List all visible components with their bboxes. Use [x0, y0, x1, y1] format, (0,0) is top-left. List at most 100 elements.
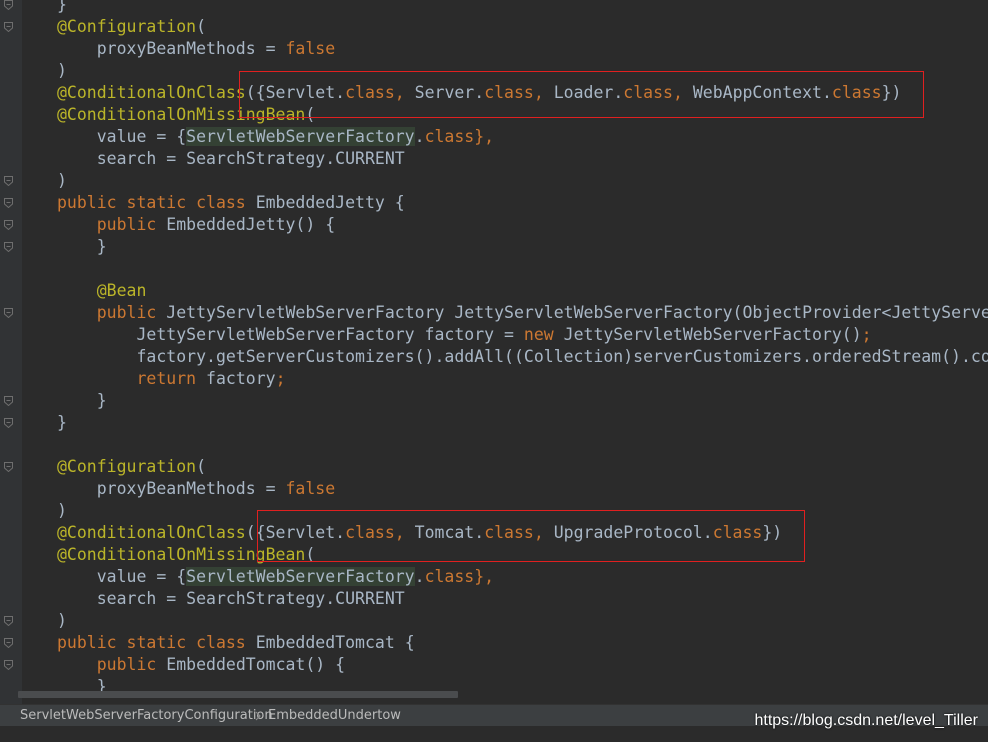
code-token: (	[305, 105, 316, 124]
breadcrumb-item-configuration[interactable]: ServletWebServerFactoryConfiguration	[20, 708, 273, 724]
code-token: EmbeddedTomcat() {	[166, 655, 346, 674]
fold-marker-icon[interactable]	[4, 176, 13, 186]
code-token: factory.getServerCustomizers().addAll((C…	[57, 347, 988, 366]
code-token: class	[712, 523, 763, 542]
code-line[interactable]: @Configuration(	[4, 16, 988, 38]
fold-marker-icon[interactable]	[4, 396, 13, 406]
code-token: },	[474, 127, 495, 146]
code-token: }	[57, 391, 107, 410]
fold-marker-icon[interactable]	[4, 220, 13, 230]
code-token: EmbeddedTomcat {	[255, 633, 415, 652]
fold-marker-icon[interactable]	[4, 660, 13, 670]
code-line[interactable]: public EmbeddedTomcat() {	[4, 654, 988, 676]
code-line[interactable]: value = {ServletWebServerFactory.class},	[17, 566, 988, 588]
code-token: false	[285, 39, 336, 58]
code-line[interactable]: }	[4, 412, 988, 434]
code-token: class	[831, 83, 882, 102]
code-token: UpgradeProtocol.	[553, 523, 713, 542]
code-token: }	[57, 0, 67, 14]
code-line[interactable]: value = {ServletWebServerFactory.class},	[17, 126, 988, 148]
code-line[interactable]	[17, 434, 988, 456]
code-line[interactable]: public JettyServletWebServerFactory Jett…	[4, 302, 988, 324]
code-token: proxyBeanMethods =	[57, 479, 286, 498]
code-token: value = {	[57, 567, 187, 586]
code-token: ,	[672, 83, 693, 102]
code-token: .	[414, 567, 425, 586]
fold-marker-icon[interactable]	[4, 22, 13, 32]
code-line[interactable]: @ConditionalOnMissingBean(	[17, 104, 988, 126]
code-token: ServletWebServerFactory	[186, 127, 415, 146]
code-line[interactable]: }	[4, 390, 988, 412]
code-token: ({Servlet.	[245, 523, 346, 542]
code-line[interactable]: }	[4, 0, 988, 16]
fold-marker-icon[interactable]	[4, 198, 13, 208]
code-token: .	[414, 127, 425, 146]
code-line[interactable]: @Bean	[17, 280, 988, 302]
code-token: return	[136, 369, 207, 388]
code-line[interactable]: @ConditionalOnClass({Servlet.class, Serv…	[17, 82, 988, 104]
code-line[interactable]: factory.getServerCustomizers().addAll((C…	[17, 346, 988, 368]
code-token: )	[57, 501, 67, 520]
code-token: ,	[533, 523, 554, 542]
code-line[interactable]: JettyServletWebServerFactory factory = n…	[17, 324, 988, 346]
code-line[interactable]: @Configuration(	[4, 456, 988, 478]
fold-marker-icon[interactable]	[4, 418, 13, 428]
code-token: ({Servlet.	[245, 83, 346, 102]
code-line[interactable]: )	[17, 60, 988, 82]
fold-marker-icon[interactable]	[4, 308, 13, 318]
code-line[interactable]: proxyBeanMethods = false	[17, 38, 988, 60]
code-token: class	[484, 83, 534, 102]
code-area[interactable]: } @Configuration( proxyBeanMethods = fals…	[4, 0, 988, 698]
code-token: ,	[533, 83, 554, 102]
code-line[interactable]: )	[17, 500, 988, 522]
code-token: ;	[861, 325, 872, 344]
fold-marker-icon[interactable]	[4, 638, 13, 648]
code-line[interactable]	[17, 258, 988, 280]
code-line[interactable]: )	[4, 170, 988, 192]
code-editor[interactable]: } @Configuration( proxyBeanMethods = fals…	[0, 0, 988, 704]
code-token: Loader.	[553, 83, 624, 102]
code-token: class	[424, 567, 475, 586]
code-token: search = SearchStrategy.CURRENT	[57, 149, 405, 168]
code-line[interactable]: @ConditionalOnMissingBean(	[17, 544, 988, 566]
code-token: class	[484, 523, 534, 542]
code-line[interactable]: public EmbeddedJetty() {	[4, 214, 988, 236]
code-line[interactable]: )	[4, 610, 988, 632]
code-token: }	[57, 413, 67, 432]
code-line[interactable]: public static class EmbeddedJetty {	[4, 192, 988, 214]
code-token: Tomcat.	[414, 523, 485, 542]
code-token: new	[523, 325, 564, 344]
code-token: search = SearchStrategy.CURRENT	[57, 589, 405, 608]
code-token: )	[57, 611, 67, 630]
horizontal-scrollbar[interactable]	[18, 691, 458, 698]
code-line[interactable]: return factory;	[17, 368, 988, 390]
code-line[interactable]: @ConditionalOnClass({Servlet.class, Tomc…	[17, 522, 988, 544]
code-token: JettyServletWebServerFactory()	[563, 325, 862, 344]
code-token: value = {	[57, 127, 187, 146]
code-token: proxyBeanMethods =	[57, 39, 286, 58]
code-token: public	[96, 655, 167, 674]
code-line[interactable]: public static class EmbeddedTomcat {	[4, 632, 988, 654]
code-token: ServletWebServerFactory	[186, 567, 415, 586]
code-token: WebAppContext.	[692, 83, 832, 102]
fold-marker-icon[interactable]	[4, 242, 13, 252]
code-token: public	[96, 303, 167, 322]
code-token: class	[345, 83, 395, 102]
code-token: }	[57, 237, 107, 256]
code-line[interactable]: }	[4, 236, 988, 258]
code-line[interactable]: proxyBeanMethods = false	[17, 478, 988, 500]
code-token: @ConditionalOnMissingBean	[57, 105, 306, 124]
fold-marker-icon[interactable]	[4, 462, 13, 472]
code-line[interactable]: search = SearchStrategy.CURRENT	[17, 588, 988, 610]
code-token: @Bean	[96, 281, 147, 300]
fold-marker-icon[interactable]	[4, 0, 13, 10]
code-token: JettyServletWebServerFactory factory =	[57, 325, 524, 344]
breadcrumb-item-embedded-undertow[interactable]: EmbeddedUndertow	[268, 708, 401, 724]
code-line[interactable]: search = SearchStrategy.CURRENT	[17, 148, 988, 170]
watermark-text: https://blog.csdn.net/level_Tiller	[754, 712, 978, 729]
code-token: @Configuration	[57, 17, 197, 36]
code-token: Server.	[414, 83, 485, 102]
fold-marker-icon[interactable]	[4, 616, 13, 626]
